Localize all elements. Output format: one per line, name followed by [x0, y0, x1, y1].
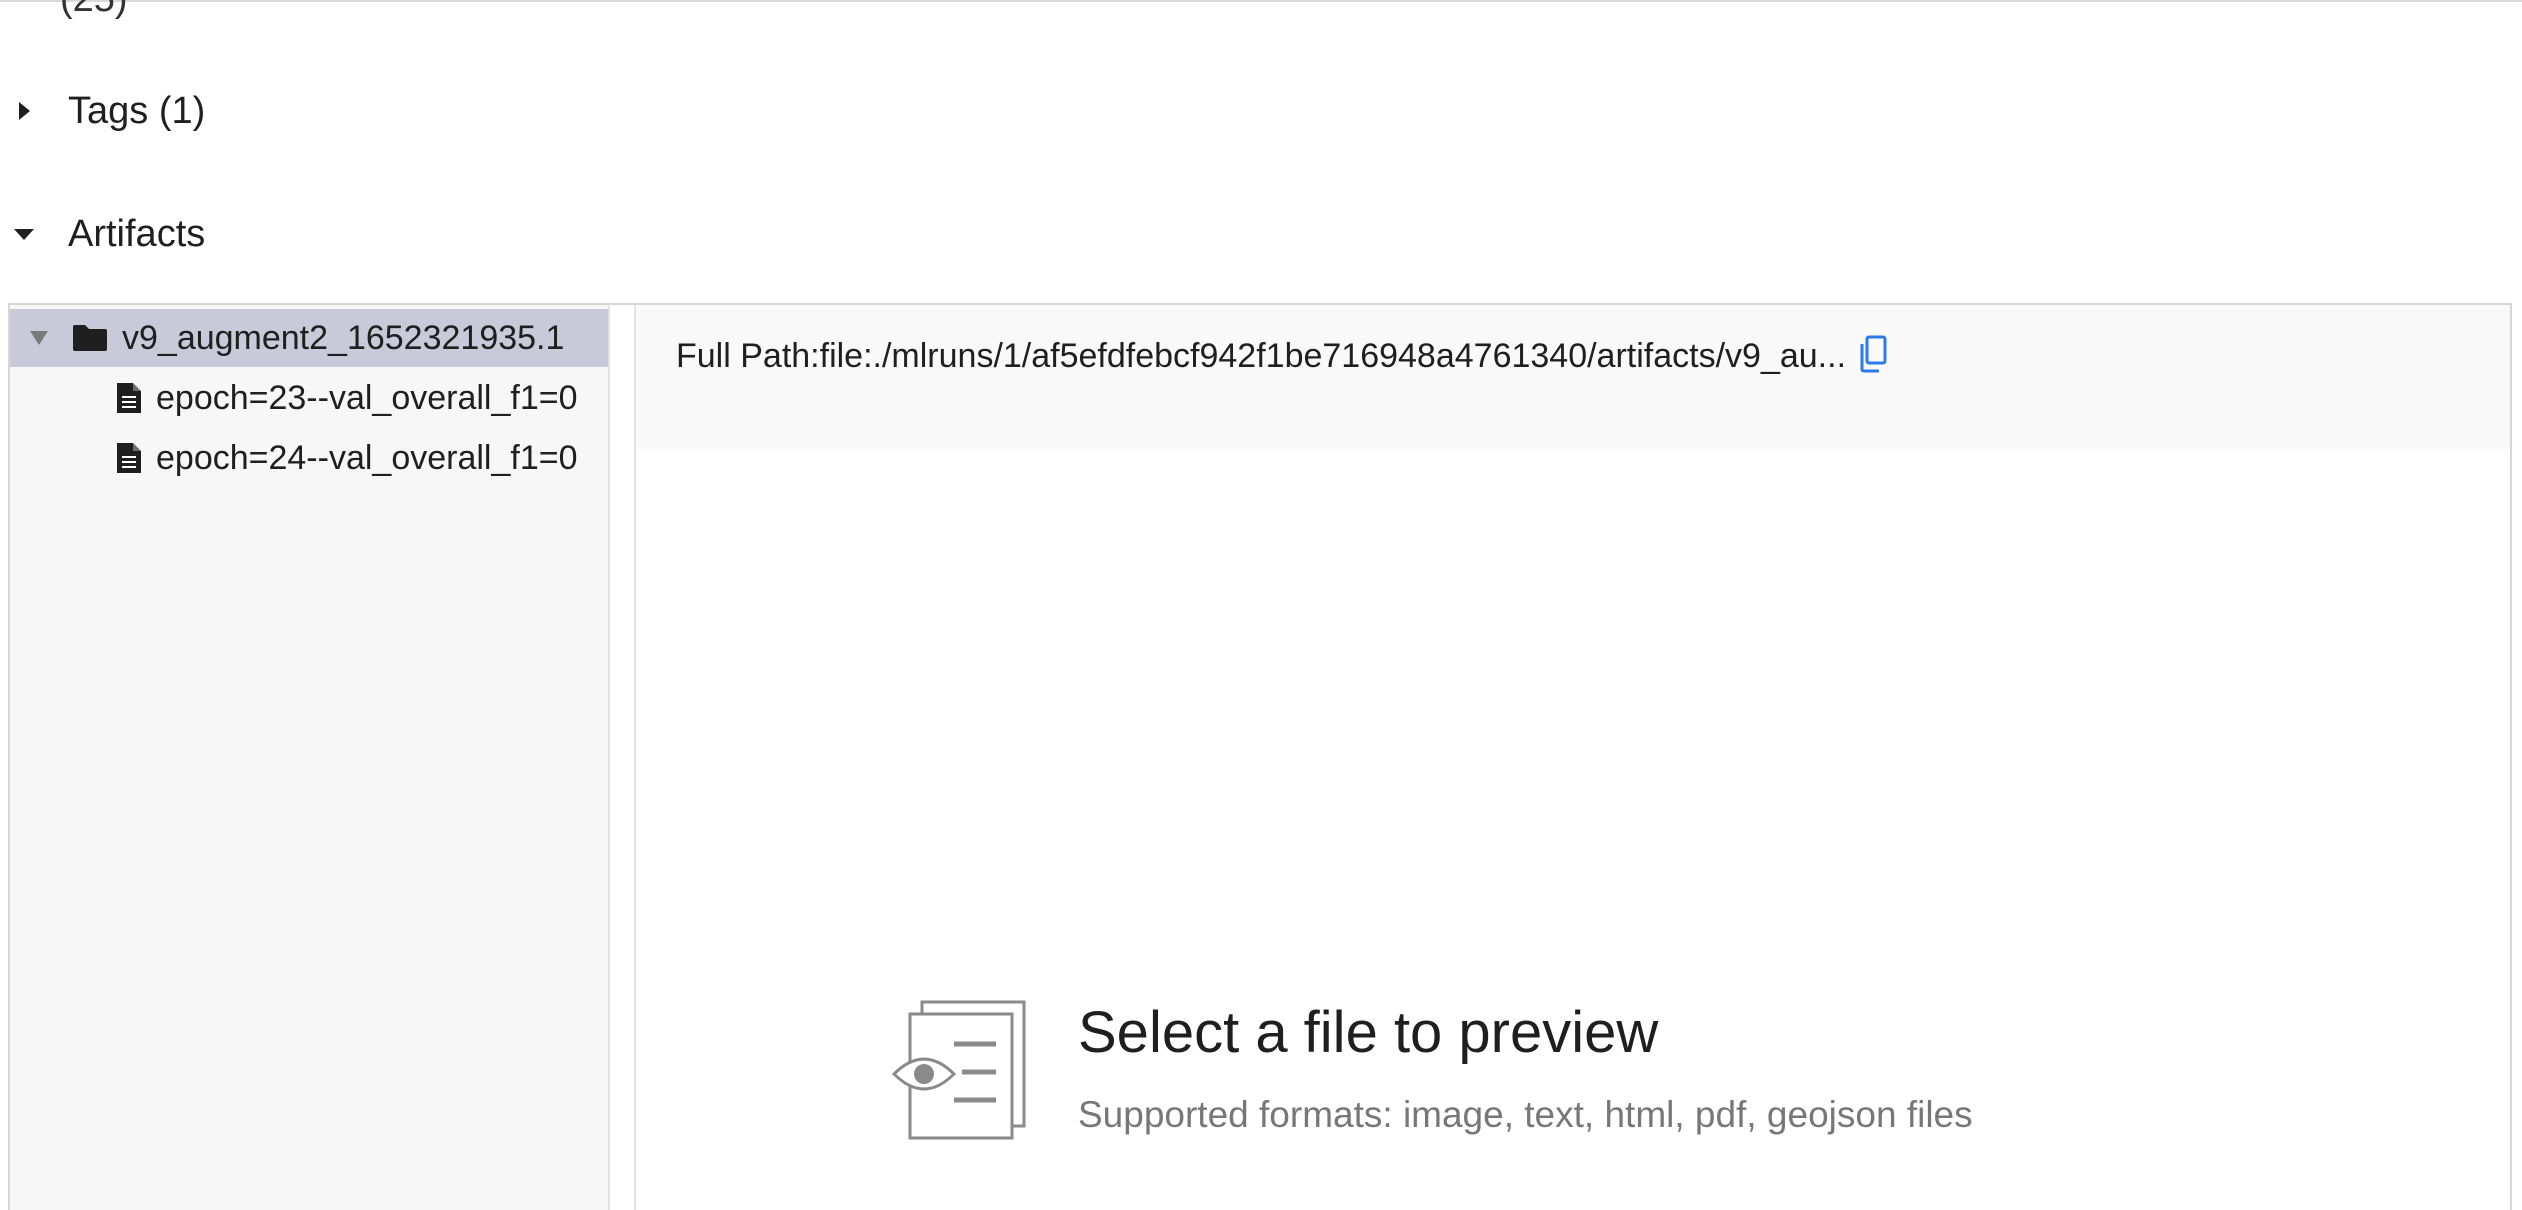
panel-resize-handle[interactable] [608, 305, 636, 1210]
tree-item-file[interactable]: epoch=24--val_overall_f1=0 [10, 429, 608, 487]
run-details-page: (25) Tags (1) Artifacts v9_augment2_1652… [0, 0, 2522, 1210]
tree-item-label: epoch=23--val_overall_f1=0 [156, 378, 578, 417]
artifact-preview-panel: Full Path:file:./mlruns/1/af5efdfebcf942… [636, 305, 2510, 1210]
copy-icon[interactable] [1858, 335, 1888, 378]
empty-preview-subtitle: Supported formats: image, text, html, pd… [1078, 1094, 1973, 1135]
tags-section-title: Tags (1) [68, 89, 206, 132]
clipped-section-header: (25) [60, 0, 128, 21]
artifacts-browser: v9_augment2_1652321935.1 epoch=23--val_o… [8, 303, 2512, 1210]
tags-section-header[interactable]: Tags (1) [0, 81, 205, 141]
tree-item-label: v9_augment2_1652321935.1 [122, 318, 565, 357]
full-path-bar: Full Path:file:./mlruns/1/af5efdfebcf942… [636, 305, 2510, 449]
file-icon [116, 382, 142, 414]
tree-expand-icon[interactable] [30, 331, 48, 345]
preview-document-icon [891, 1000, 1028, 1145]
artifacts-section-title: Artifacts [68, 212, 206, 255]
artifacts-section-header[interactable]: Artifacts [0, 204, 205, 264]
caret-right-icon [0, 102, 48, 120]
empty-preview-title: Select a file to preview [1078, 1000, 1659, 1065]
tree-item-file[interactable]: epoch=23--val_overall_f1=0 [10, 369, 608, 427]
empty-preview-state: Select a file to preview Supported forma… [891, 1000, 1973, 1145]
top-divider [0, 0, 2522, 2]
tree-item-label: epoch=24--val_overall_f1=0 [156, 438, 578, 477]
tree-item-folder[interactable]: v9_augment2_1652321935.1 [10, 309, 608, 367]
full-path-text: Full Path:file:./mlruns/1/af5efdfebcf942… [676, 337, 1847, 375]
caret-down-icon [0, 228, 48, 240]
artifact-tree: v9_augment2_1652321935.1 epoch=23--val_o… [10, 305, 608, 1210]
file-icon [116, 442, 142, 474]
empty-preview-text: Select a file to preview Supported forma… [1078, 1000, 1973, 1136]
folder-icon [72, 324, 108, 352]
